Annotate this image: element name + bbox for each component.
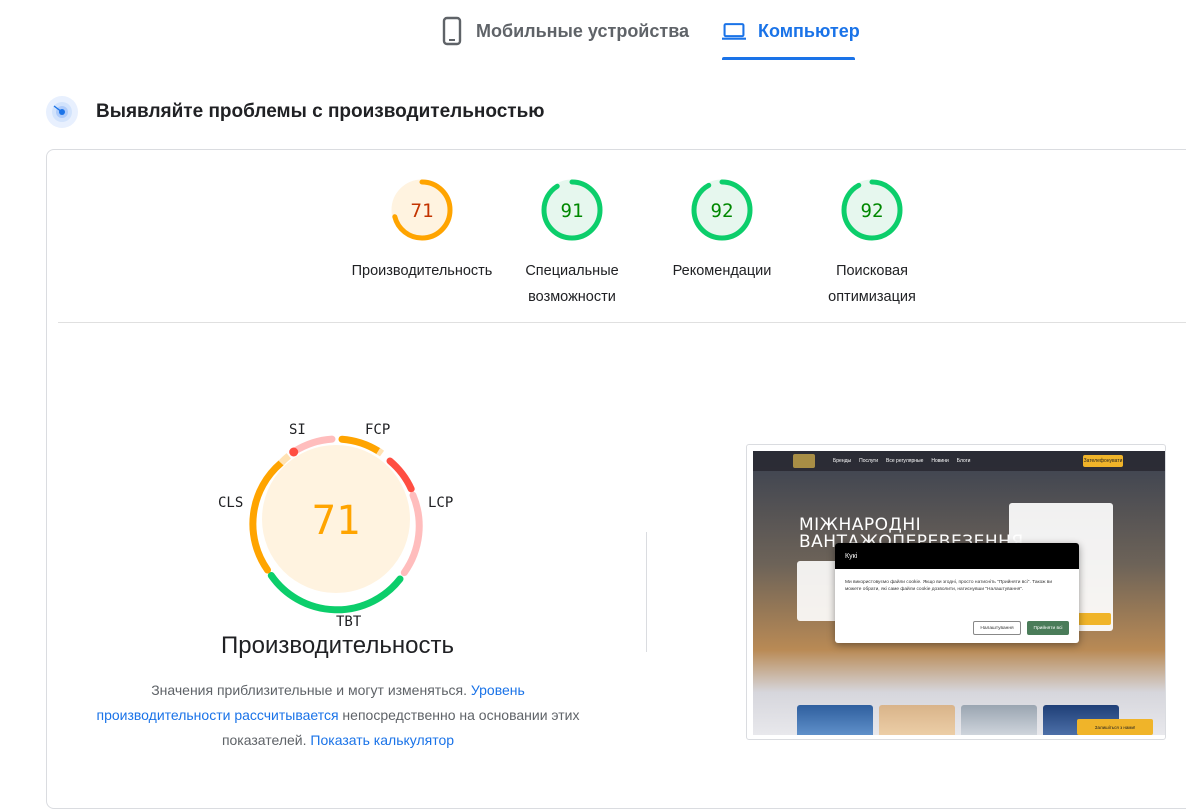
metric-label-fcp: FCP [365, 422, 391, 438]
gauge-label: Специальные возможности [492, 258, 652, 310]
section-title: Выявляйте проблемы с производительностью [96, 101, 545, 122]
performance-description: Значения приблизительные и могут изменят… [88, 678, 588, 753]
metric-label-lcp: LCP [428, 495, 454, 511]
score-gauge-accessibility[interactable]: 91 Специальные возможности [492, 178, 652, 310]
performance-metrics-gauge: 71 SI FCP LCP TBT CLS [200, 415, 470, 635]
gauge-label-line: возможности [528, 289, 616, 305]
metric-arc-cls-rest [278, 453, 292, 466]
active-tab-indicator [722, 57, 855, 60]
thumb-nav-item: Блоги [956, 458, 971, 464]
score-gauge-best-practices[interactable]: 92 Рекомендации [642, 178, 802, 284]
tab-desktop-label: Компьютер [758, 21, 860, 41]
modal-text: Ми використовуємо файли cookie. Якщо ви … [845, 580, 1053, 592]
gauge-ring: 92 [841, 179, 903, 241]
tab-mobile[interactable]: Мобильные устройства [440, 14, 689, 62]
gauge-score: 92 [861, 200, 884, 222]
screenshot-image: Бренды Послуги Все регулярные Новини Бло… [753, 451, 1165, 735]
thumb-cookie-modal: Кукі Ми використовуємо файли cookie. Якщ… [835, 543, 1079, 643]
gauge-ring: 91 [541, 179, 603, 241]
thumb-card [961, 705, 1037, 735]
show-calculator-link[interactable]: Показать калькулятор [310, 732, 454, 748]
metric-label-si: SI [289, 422, 306, 438]
gauge-score: 71 [411, 200, 434, 222]
gauge-label: Поисковая оптимизация [792, 258, 952, 310]
laptop-icon [722, 14, 746, 48]
thumb-chat-widget: Залишіться з нами! [1077, 719, 1153, 735]
page-screenshot: Бренды Послуги Все регулярные Новини Бло… [746, 444, 1166, 740]
gauge-label: Рекомендации [642, 258, 802, 284]
device-tabs: Мобильные устройства Компьютер [0, 0, 1186, 62]
modal-buttons: Налаштування Прийняти всі [973, 621, 1069, 635]
tab-mobile-label: Мобильные устройства [476, 21, 690, 41]
thumb-nav-item: Новини [931, 458, 949, 464]
vertical-divider [646, 532, 647, 652]
gauge-label-line: Производительность [351, 263, 493, 279]
score-gauge-performance[interactable]: 71 Производительность [342, 178, 502, 284]
thumb-nav-item: Бренды [833, 458, 852, 464]
gauge-score: 92 [711, 200, 734, 222]
thumb-card [797, 705, 873, 735]
gauge-label: Производительность [342, 258, 502, 284]
metric-label-tbt: TBT [336, 614, 362, 630]
thumb-nav-item: Все регулярные [886, 458, 924, 464]
gauge-score: 91 [561, 200, 584, 222]
thumb-cta: Зателефонувати [1083, 455, 1123, 467]
tab-desktop[interactable]: Компьютер [722, 14, 860, 62]
thumb-nav-item: Послуги [859, 458, 879, 464]
modal-title: Кукі [835, 543, 1079, 569]
metric-arc-fcp-rest [376, 448, 385, 457]
gauge-ring: 71 [391, 179, 453, 241]
thumb-card [879, 705, 955, 735]
thumb-logo [793, 454, 815, 468]
description-text: Значения приблизительные и могут изменят… [151, 682, 471, 698]
gauge-label-line: оптимизация [828, 289, 916, 305]
section-divider [58, 322, 1186, 323]
gauge-label-line: Рекомендации [672, 263, 772, 279]
score-gauge-seo[interactable]: 92 Поисковая оптимизация [792, 178, 952, 310]
performance-title: Производительность [221, 632, 454, 659]
performance-score: 71 [312, 498, 360, 544]
thumb-cards [797, 705, 1119, 735]
gauge-ring: 92 [691, 179, 753, 241]
metric-label-cls: CLS [218, 495, 244, 511]
modal-settings-button: Налаштування [973, 621, 1021, 635]
section-header: Выявляйте проблемы с производительностью [46, 96, 545, 128]
phone-icon [440, 14, 464, 48]
modal-accept-button: Прийняти всі [1027, 621, 1069, 635]
metric-dot-si [289, 447, 299, 457]
gauge-label-line: Поисковая [836, 263, 908, 279]
gauge-label-line: Специальные [525, 263, 619, 279]
metrics-ring: 71 [249, 435, 423, 614]
radar-icon [46, 96, 78, 128]
